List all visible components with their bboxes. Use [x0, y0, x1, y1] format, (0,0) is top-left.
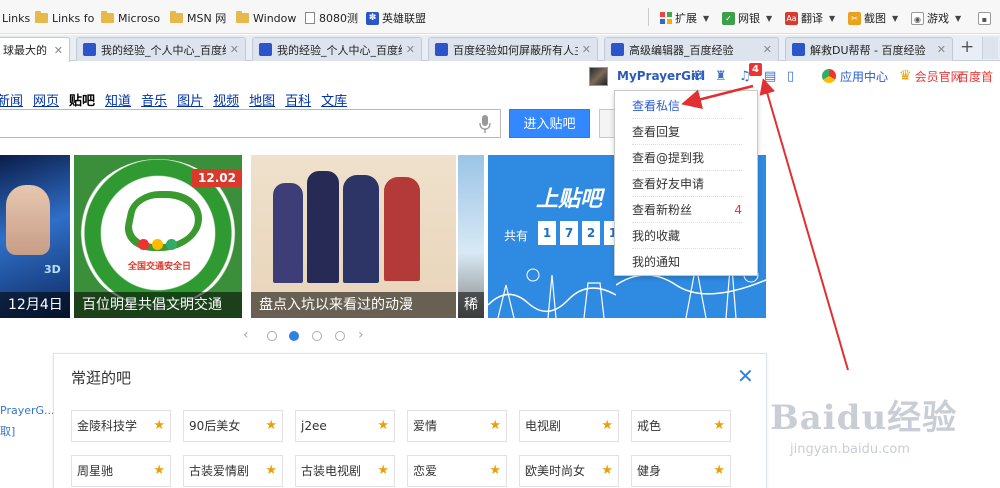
- annotation-arrows: [681, 78, 849, 371]
- browser-window: Links Links fo Microso MSN 网 Window 8080…: [0, 0, 1000, 488]
- arrow-to-bell: [759, 78, 849, 371]
- arrow-to-messages: [681, 84, 754, 110]
